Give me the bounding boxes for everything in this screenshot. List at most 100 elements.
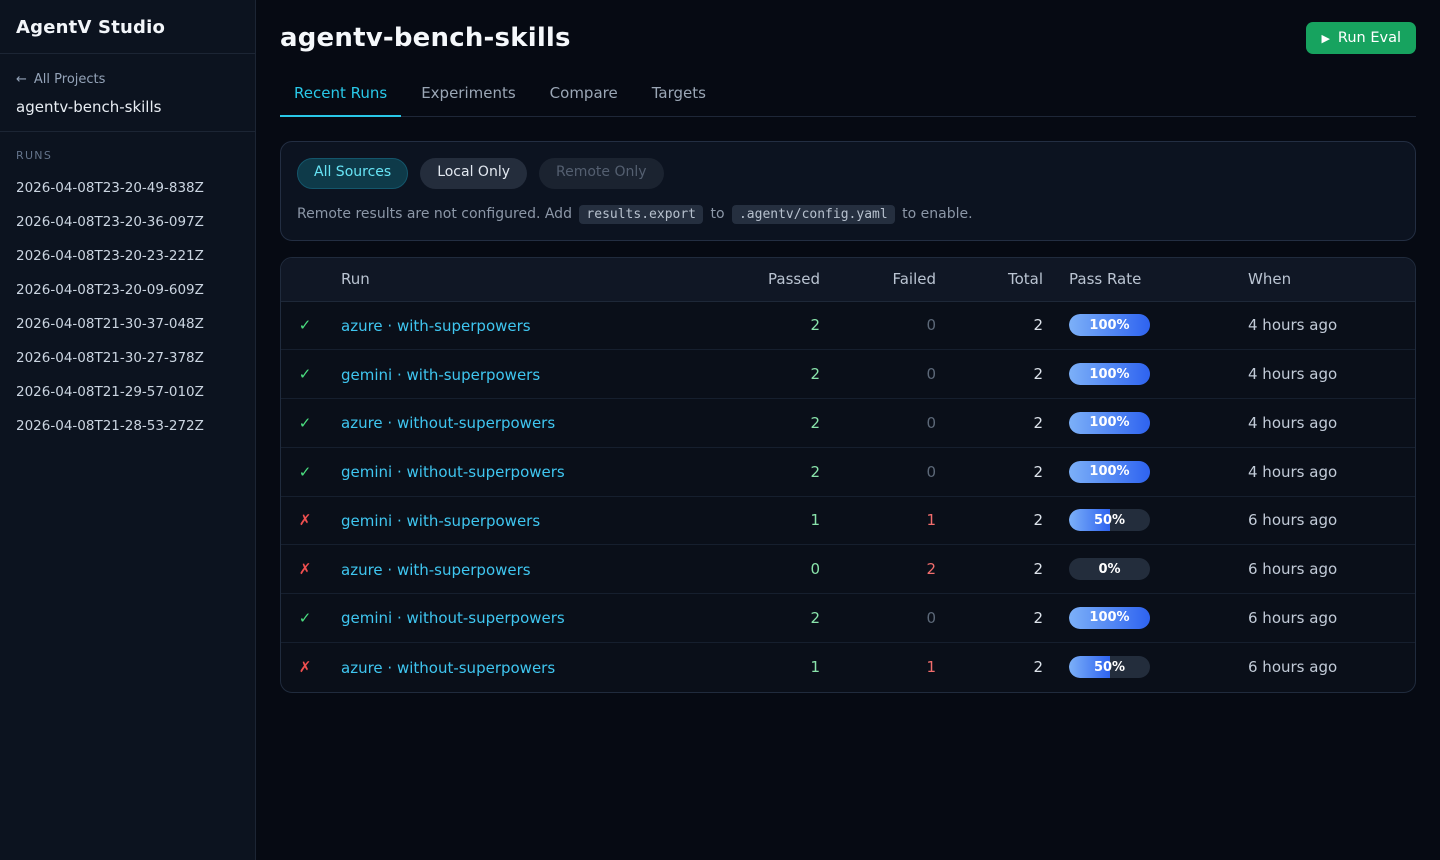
page-title: agentv-bench-skills [280,23,571,53]
sidebar-run-item[interactable]: 2026-04-08T21-28-53-272Z [16,409,239,443]
cross-icon: ✗ [299,511,312,529]
remote-config-note: Remote results are not configured. Add r… [297,206,1399,222]
run-link[interactable]: azure · with-superpowers [341,561,531,579]
pass-rate-label: 0% [1069,558,1150,580]
pass-rate-pill: 0% [1069,558,1150,580]
table-row[interactable]: ✓gemini · without-superpowers202100%6 ho… [281,594,1415,643]
run-eval-button[interactable]: ▶ Run Eval [1306,22,1416,54]
sidebar-run-item[interactable]: 2026-04-08T21-29-57-010Z [16,375,239,409]
run-link[interactable]: gemini · with-superpowers [341,366,540,384]
passed-count: 2 [700,316,820,334]
pass-rate-pill: 100% [1069,412,1150,434]
pass-rate-label: 100% [1069,314,1150,336]
pass-rate-label: 50% [1069,509,1150,531]
column-header-when: When [1248,270,1415,288]
total-count: 2 [936,316,1043,334]
table-row[interactable]: ✓azure · with-superpowers202100%4 hours … [281,302,1415,351]
filter-chip-local-only[interactable]: Local Only [420,158,527,189]
failed-count: 0 [820,414,936,432]
when-value: 6 hours ago [1248,511,1415,529]
run-link[interactable]: azure · without-superpowers [341,659,555,677]
sidebar-run-item[interactable]: 2026-04-08T21-30-27-378Z [16,341,239,375]
check-icon: ✓ [299,414,312,432]
check-icon: ✓ [299,365,312,383]
tab-experiments[interactable]: Experiments [407,84,529,116]
cross-icon: ✗ [299,560,312,578]
column-header-run: Run [329,270,700,288]
runs-table-body: ✓azure · with-superpowers202100%4 hours … [281,302,1415,692]
pass-rate-pill: 100% [1069,461,1150,483]
app-window: AgentV Studio ← All Projects agentv-benc… [0,0,1440,860]
tab-recent-runs[interactable]: Recent Runs [280,84,401,117]
failed-count: 1 [820,511,936,529]
back-to-projects-link[interactable]: ← All Projects [16,72,105,87]
main-content: agentv-bench-skills ▶ Run Eval Recent Ru… [256,0,1440,860]
tab-compare[interactable]: Compare [536,84,632,116]
run-eval-label: Run Eval [1338,30,1401,46]
filter-chip-all-sources[interactable]: All Sources [297,158,408,189]
passed-count: 0 [700,560,820,578]
code-config-yaml: .agentv/config.yaml [732,205,895,224]
total-count: 2 [936,463,1043,481]
left-arrow-icon: ← [16,72,27,87]
sidebar-run-list: 2026-04-08T23-20-49-838Z2026-04-08T23-20… [16,171,239,443]
failed-count: 0 [820,365,936,383]
table-row[interactable]: ✗azure · without-superpowers11250%6 hour… [281,643,1415,692]
passed-count: 2 [700,414,820,432]
sidebar: AgentV Studio ← All Projects agentv-benc… [0,0,256,860]
when-value: 4 hours ago [1248,365,1415,383]
sidebar-run-item[interactable]: 2026-04-08T23-20-36-097Z [16,205,239,239]
table-row[interactable]: ✓gemini · with-superpowers202100%4 hours… [281,350,1415,399]
column-header-passed: Passed [700,270,820,288]
failed-count: 0 [820,463,936,481]
when-value: 6 hours ago [1248,609,1415,627]
failed-count: 0 [820,316,936,334]
column-header-failed: Failed [820,270,936,288]
run-link[interactable]: gemini · without-superpowers [341,463,565,481]
pass-rate-pill: 100% [1069,314,1150,336]
sidebar-header: AgentV Studio [0,0,255,54]
total-count: 2 [936,511,1043,529]
runs-table-header: RunPassedFailedTotalPass RateWhen [281,258,1415,302]
total-count: 2 [936,658,1043,676]
runs-table: RunPassedFailedTotalPass RateWhen ✓ azure… [280,257,1416,693]
run-link[interactable]: gemini · with-superpowers [341,512,540,530]
sidebar-run-item[interactable]: 2026-04-08T23-20-49-838Z [16,171,239,205]
failed-count: 2 [820,560,936,578]
pass-rate-pill: 50% [1069,509,1150,531]
filter-chip-remote-only: Remote Only [539,158,664,189]
table-row[interactable]: ✓gemini · without-superpowers202100%4 ho… [281,448,1415,497]
sidebar-run-item[interactable]: 2026-04-08T23-20-09-609Z [16,273,239,307]
cross-icon: ✗ [299,658,312,676]
when-value: 6 hours ago [1248,560,1415,578]
sidebar-run-item[interactable]: 2026-04-08T21-30-37-048Z [16,307,239,341]
table-row[interactable]: ✗gemini · with-superpowers11250%6 hours … [281,497,1415,546]
page-header: agentv-bench-skills ▶ Run Eval [280,22,1416,54]
pass-rate-label: 100% [1069,607,1150,629]
app-title: AgentV Studio [16,17,239,38]
run-link[interactable]: azure · without-superpowers [341,414,555,432]
pass-rate-label: 100% [1069,412,1150,434]
table-row[interactable]: ✓azure · without-superpowers202100%4 hou… [281,399,1415,448]
table-row[interactable]: ✗azure · with-superpowers0220%6 hours ag… [281,545,1415,594]
when-value: 4 hours ago [1248,316,1415,334]
run-link[interactable]: azure · with-superpowers [341,317,531,335]
when-value: 6 hours ago [1248,658,1415,676]
play-icon: ▶ [1321,33,1329,44]
failed-count: 0 [820,609,936,627]
sidebar-run-item[interactable]: 2026-04-08T23-20-23-221Z [16,239,239,273]
run-link[interactable]: gemini · without-superpowers [341,609,565,627]
note-suffix: to enable. [902,206,972,222]
tab-targets[interactable]: Targets [638,84,720,116]
total-count: 2 [936,365,1043,383]
total-count: 2 [936,414,1043,432]
pass-rate-label: 100% [1069,363,1150,385]
sidebar-runs-section: RUNS 2026-04-08T23-20-49-838Z2026-04-08T… [0,132,255,455]
passed-count: 2 [700,463,820,481]
note-middle: to [710,206,724,222]
pass-rate-label: 50% [1069,656,1150,678]
pass-rate-label: 100% [1069,461,1150,483]
column-header-pass-rate: Pass Rate [1043,270,1248,288]
check-icon: ✓ [299,609,312,627]
tab-bar: Recent RunsExperimentsCompareTargets [280,84,1416,117]
